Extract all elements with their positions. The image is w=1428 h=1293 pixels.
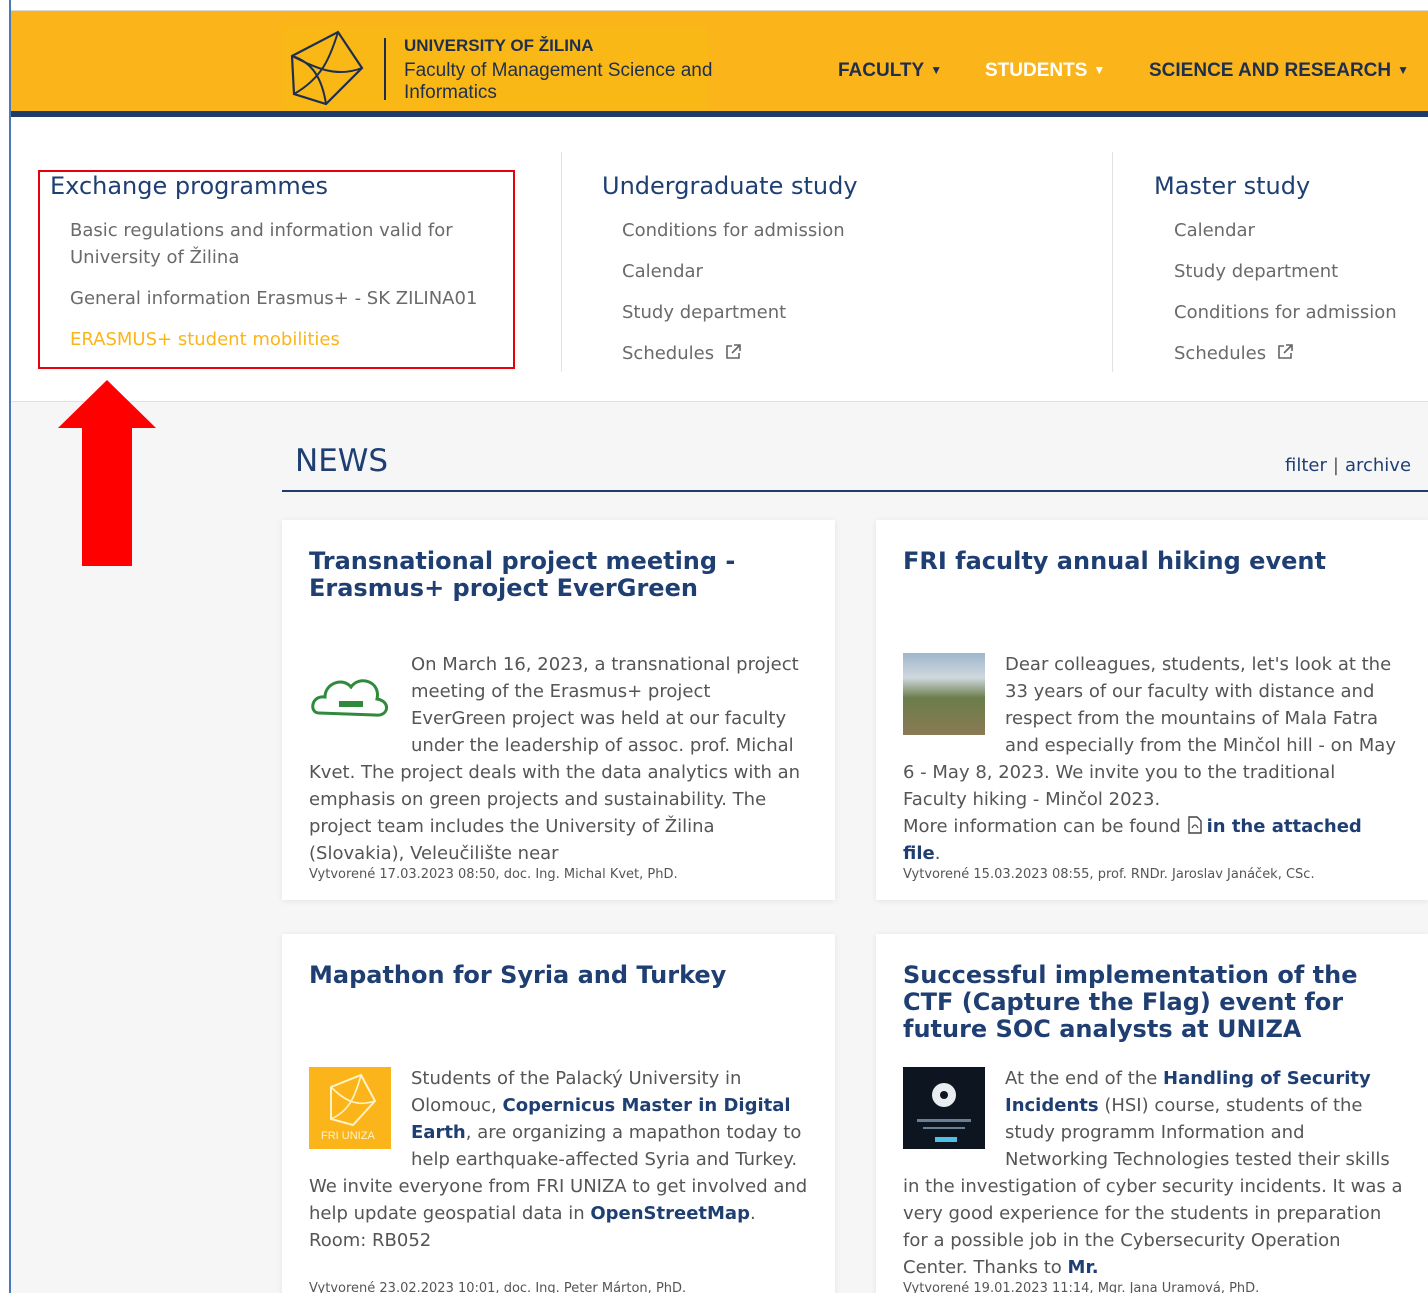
- menu-link-ms-admission[interactable]: Conditions for admission: [1174, 299, 1397, 326]
- news-heading: NEWS: [295, 443, 389, 479]
- menu-link-ms-schedules[interactable]: Schedules: [1174, 340, 1294, 367]
- nav-faculty[interactable]: FACULTY ▼: [838, 60, 942, 82]
- news-card-body: At the end of the Handling of Security I…: [903, 1065, 1403, 1281]
- news-card-meta: Vytvorené 19.01.2023 11:14, Mgr. Jana Ur…: [903, 1281, 1260, 1293]
- menu-link-ug-calendar[interactable]: Calendar: [622, 258, 703, 285]
- university-logo-icon: [290, 30, 364, 106]
- news-card-meta: Vytvorené 17.03.2023 08:50, doc. Ing. Mi…: [309, 867, 678, 882]
- nav-science-research[interactable]: SCIENCE AND RESEARCH ▼: [1149, 60, 1409, 82]
- caret-down-icon: ▼: [930, 63, 943, 77]
- caret-down-icon: ▼: [1093, 63, 1106, 77]
- news-card-text: , are organizing a mapathon today to hel…: [411, 1122, 802, 1170]
- logo-subtitle: Faculty of Management Science and Inform…: [404, 60, 713, 103]
- news-card-meta: Vytvorené 23.02.2023 10:01, doc. Ing. Pe…: [309, 1281, 687, 1293]
- thumb-label: FRI UNIZA: [321, 1130, 375, 1142]
- openstreetmap-link[interactable]: OpenStreetMap: [590, 1203, 750, 1224]
- annotation-highlight-box: [38, 170, 515, 369]
- mountain-photo-thumbnail[interactable]: [903, 653, 985, 735]
- ctf-event-thumbnail[interactable]: [903, 1067, 985, 1149]
- news-card-body: Dear colleagues, students, let's look at…: [903, 651, 1403, 867]
- menu-heading-master[interactable]: Master study: [1154, 172, 1310, 200]
- news-card-more-suffix: .: [934, 843, 941, 864]
- news-card-text: .: [749, 1203, 756, 1224]
- menu-link-label: Schedules: [622, 343, 715, 364]
- menu-heading-undergraduate[interactable]: Undergraduate study: [602, 172, 858, 200]
- news-card-more-prefix: More information can be found: [903, 816, 1181, 837]
- news-card: Mapathon for Syria and Turkey FRI UNIZA …: [282, 934, 835, 1293]
- annotation-arrow-up-icon: [58, 380, 156, 566]
- mr-link[interactable]: Mr.: [1068, 1257, 1099, 1278]
- nav-students-label: STUDENTS: [985, 60, 1088, 81]
- news-tools: filter | archive: [1285, 455, 1411, 476]
- caret-down-icon: ▼: [1397, 63, 1409, 77]
- nav-science-label: SCIENCE AND RESEARCH: [1149, 60, 1392, 81]
- news-card-body: FRI UNIZA Students of the Palacký Univer…: [309, 1065, 809, 1254]
- nav-students[interactable]: STUDENTS ▼: [985, 60, 1105, 82]
- news-card-body: On March 16, 2023, a transnational proje…: [309, 651, 809, 867]
- news-tools-separator: |: [1332, 455, 1339, 476]
- news-card-title[interactable]: Successful implementation of the CTF (Ca…: [903, 962, 1403, 1043]
- menu-link-ms-calendar[interactable]: Calendar: [1174, 217, 1255, 244]
- news-card-title[interactable]: Mapathon for Syria and Turkey: [309, 962, 809, 989]
- news-card-title[interactable]: FRI faculty annual hiking event: [903, 548, 1403, 575]
- news-archive-link[interactable]: archive: [1345, 455, 1411, 476]
- menu-link-ug-study-department[interactable]: Study department: [622, 299, 786, 326]
- logo-divider: [384, 38, 386, 100]
- menu-link-ug-schedules[interactable]: Schedules: [622, 340, 742, 367]
- news-card-room: Room: RB052: [309, 1230, 432, 1251]
- news-card-title[interactable]: Transnational project meeting - Erasmus+…: [309, 548, 809, 602]
- news-card: FRI faculty annual hiking event Dear col…: [876, 520, 1428, 900]
- external-link-icon: [1278, 344, 1293, 359]
- nav-faculty-label: FACULTY: [838, 60, 925, 81]
- header-divider: [11, 111, 1428, 117]
- news-card: Transnational project meeting - Erasmus+…: [282, 520, 835, 900]
- news-filter-link[interactable]: filter: [1285, 455, 1327, 476]
- news-card-text: At the end of the: [1005, 1068, 1158, 1089]
- external-link-icon: [726, 344, 741, 359]
- menu-link-ug-admission[interactable]: Conditions for admission: [622, 217, 845, 244]
- fri-uniza-thumbnail[interactable]: FRI UNIZA: [309, 1067, 391, 1149]
- news-card: Successful implementation of the CTF (Ca…: [876, 934, 1428, 1293]
- menu-column-divider: [561, 152, 562, 372]
- news-card-meta: Vytvorené 15.03.2023 08:55, prof. RNDr. …: [903, 867, 1315, 882]
- evergreen-cloud-thumbnail[interactable]: [309, 653, 391, 735]
- menu-column-divider: [1112, 152, 1113, 372]
- news-divider: [282, 490, 1428, 492]
- logo-title: UNIVERSITY OF ŽILINA: [404, 36, 594, 55]
- menu-link-ms-study-department[interactable]: Study department: [1174, 258, 1338, 285]
- pdf-file-icon: [1187, 816, 1202, 834]
- menu-link-label: Schedules: [1174, 343, 1267, 364]
